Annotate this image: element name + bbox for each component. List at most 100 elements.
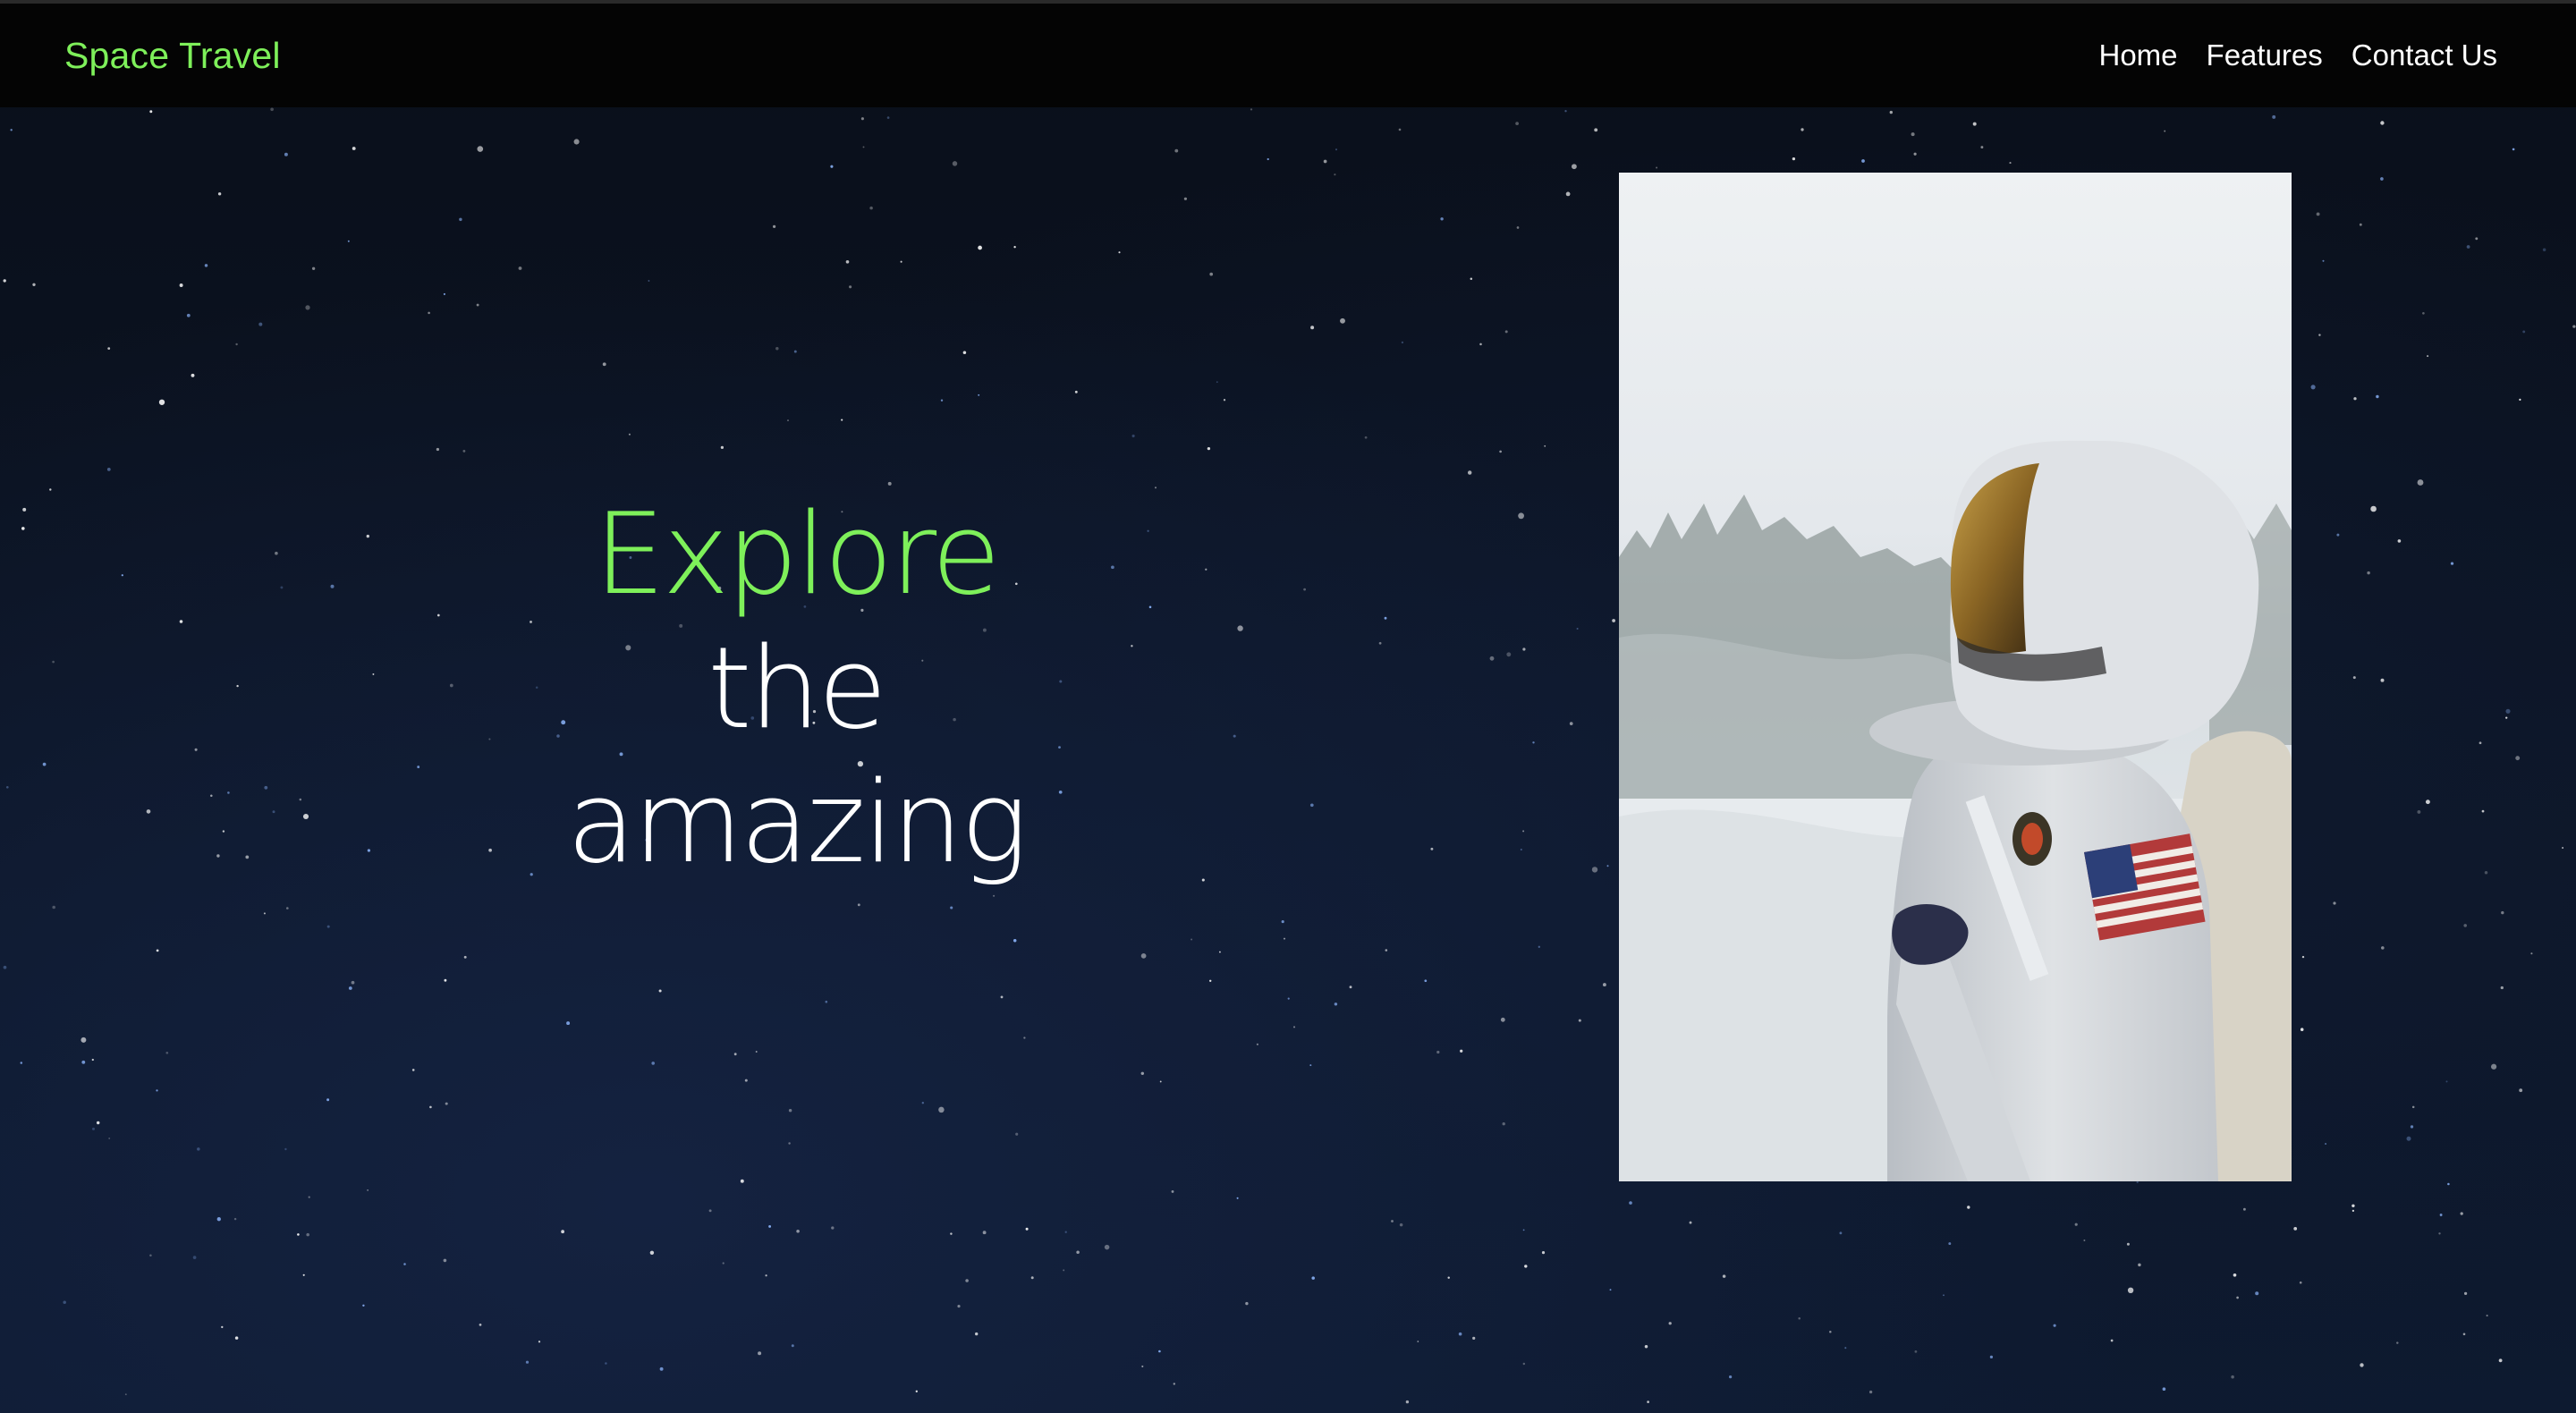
star	[1173, 1383, 1176, 1385]
star	[921, 1102, 924, 1104]
star	[2351, 1204, 2355, 1208]
star	[1629, 1201, 1632, 1205]
star	[3, 279, 6, 283]
hero-heading-line1: Explore	[594, 488, 1001, 620]
star	[952, 161, 958, 166]
star	[1063, 1269, 1065, 1272]
star	[938, 1106, 945, 1113]
star	[42, 762, 47, 766]
star	[2138, 1263, 2141, 1267]
star	[2410, 1125, 2414, 1129]
star	[443, 292, 445, 295]
star	[403, 1263, 406, 1265]
star	[1722, 1274, 1726, 1278]
star	[1335, 148, 1338, 151]
star	[194, 748, 198, 751]
nav-link-contact-us[interactable]: Contact Us	[2351, 38, 2497, 72]
star	[2236, 1296, 2239, 1299]
star	[3, 965, 7, 969]
star	[52, 905, 55, 910]
star	[2380, 177, 2384, 181]
star	[1287, 997, 1290, 1000]
star	[284, 1147, 287, 1151]
nav-link-features[interactable]: Features	[2207, 38, 2323, 72]
star	[326, 1098, 330, 1102]
star	[234, 1336, 239, 1340]
star	[1460, 1049, 1463, 1053]
star	[2479, 741, 2482, 745]
star	[1158, 1350, 1161, 1353]
star	[2310, 385, 2316, 390]
star	[1378, 641, 1382, 645]
star	[429, 1105, 432, 1109]
star	[5, 785, 9, 789]
star	[1174, 148, 1179, 153]
star	[2512, 148, 2515, 151]
star	[1233, 734, 1236, 738]
star	[518, 267, 522, 270]
star	[1868, 1390, 1873, 1394]
star	[1538, 945, 1540, 948]
star	[651, 1062, 655, 1065]
star	[1015, 1132, 1019, 1136]
star	[2500, 986, 2504, 990]
star	[10, 129, 13, 131]
star	[1417, 1341, 1419, 1342]
star	[722, 1262, 724, 1265]
star	[107, 347, 111, 350]
star	[962, 351, 967, 354]
star	[1591, 867, 1598, 873]
star	[1283, 937, 1286, 940]
star	[417, 766, 420, 769]
star	[2367, 571, 2370, 575]
star	[488, 738, 491, 740]
star	[2417, 809, 2421, 814]
star	[367, 1189, 369, 1191]
star	[830, 165, 834, 168]
star	[765, 1274, 767, 1277]
star	[1440, 217, 1444, 221]
star	[605, 1362, 607, 1365]
star	[2333, 901, 2336, 905]
star	[1334, 1003, 1338, 1006]
star	[772, 224, 776, 229]
star	[2406, 1136, 2411, 1141]
star	[1183, 197, 1188, 200]
star	[2293, 1227, 2298, 1231]
star	[860, 117, 864, 121]
star	[2370, 505, 2377, 512]
star	[628, 433, 631, 436]
star	[1218, 951, 1221, 953]
star	[1989, 1355, 1994, 1359]
brand-logo[interactable]: Space Travel	[64, 35, 281, 77]
star	[1569, 722, 1573, 725]
star	[1013, 939, 1017, 943]
nav-link-home[interactable]: Home	[2099, 38, 2178, 72]
star	[573, 139, 580, 145]
star	[1499, 450, 1502, 453]
star	[284, 152, 288, 157]
star	[2542, 248, 2546, 252]
star	[2411, 1105, 2415, 1109]
star	[1518, 512, 1524, 520]
star	[1522, 830, 1525, 833]
star	[2425, 800, 2430, 805]
star	[1064, 1231, 1067, 1233]
hero-heading: Explore the amazing	[501, 487, 1091, 890]
star	[186, 313, 191, 317]
star	[299, 798, 302, 801]
star	[1844, 1347, 1847, 1350]
star	[1025, 1227, 1029, 1231]
star	[740, 1179, 744, 1183]
star	[258, 322, 263, 326]
star	[2463, 924, 2467, 927]
star	[2498, 1358, 2503, 1363]
star	[1436, 1050, 1440, 1054]
star	[2053, 1324, 2056, 1327]
star	[326, 925, 330, 928]
star	[649, 1250, 655, 1256]
star	[1572, 164, 1577, 170]
star	[459, 217, 462, 222]
star	[2360, 1363, 2364, 1367]
star	[1171, 1189, 1174, 1193]
